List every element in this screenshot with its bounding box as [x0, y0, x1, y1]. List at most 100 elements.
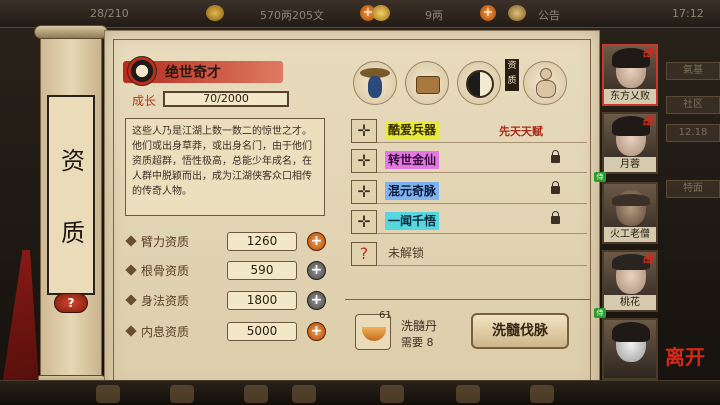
edge-tab[interactable]: 12.18 — [666, 124, 720, 142]
exit-button[interactable]: 离开 — [665, 342, 705, 372]
aptitude-tab-tag[interactable]: 资质 — [505, 59, 519, 91]
divider — [345, 299, 591, 300]
menu-icon[interactable] — [380, 385, 404, 403]
menu-icon[interactable] — [530, 385, 554, 403]
diamond-icon — [125, 235, 137, 247]
hero-card[interactable] — [602, 318, 658, 380]
hero-name: 火工老僧 — [604, 227, 656, 242]
stat-label: 臂力资质 — [141, 235, 190, 249]
stat-value: 1800 — [227, 291, 297, 310]
announce-button[interactable]: 公告 — [538, 7, 560, 23]
stat-value: 1260 — [227, 232, 297, 251]
skill-name: 一闻千悟 — [385, 212, 440, 230]
wash-marrow-button[interactable]: 洗髓伐脉 — [471, 313, 569, 349]
menu-icon[interactable] — [244, 385, 268, 403]
innate-talent-note: 先天天赋 — [499, 125, 543, 138]
top-status-bar: 28/210 570两205文 + 9两 + 公告 17:12 — [0, 0, 720, 28]
skill-name: 酷爱兵器 — [385, 121, 440, 139]
muscle-figure-icon[interactable] — [523, 61, 567, 105]
skill-row[interactable]: ✛ 混元奇脉 — [351, 180, 587, 204]
hero-name: 东方乂败 — [604, 89, 656, 104]
growth-bar: 70/2000 — [163, 91, 289, 107]
yin-yang-icon[interactable] — [457, 61, 501, 105]
stat-label: 根骨资质 — [141, 264, 190, 278]
edge-tab[interactable]: 氣基 — [666, 62, 720, 80]
hero-hair — [612, 322, 650, 342]
stat-row-strength: 臂力资质 1260 + — [125, 232, 327, 252]
stat-row-agility: 身法资质 1800 + — [125, 291, 327, 311]
add-agility-button[interactable]: + — [307, 291, 326, 310]
skill-row[interactable]: ? 未解锁 — [351, 242, 587, 266]
hero-name: 桃花 — [604, 295, 656, 310]
pill-count: 61 — [379, 310, 392, 321]
menu-icon[interactable] — [96, 385, 120, 403]
hero-card[interactable]: 战 桃花 — [602, 250, 658, 312]
hero-card[interactable]: 火工老僧 — [602, 182, 658, 244]
stat-value: 5000 — [227, 322, 297, 341]
add-inner-breath-button[interactable]: + — [307, 322, 326, 341]
add-ingot-button[interactable]: + — [480, 5, 496, 21]
menu-icon[interactable] — [292, 385, 316, 403]
add-constitution-button[interactable]: + — [307, 261, 326, 280]
battle-flag-icon: 战 — [643, 114, 654, 127]
plus-slot-icon: ✛ — [351, 149, 377, 173]
hero-card[interactable]: 战 月蓉 — [602, 112, 658, 174]
need-value: 8 — [426, 336, 434, 349]
plus-slot-icon: ✛ — [351, 119, 377, 143]
aptitude-panel: 绝世奇才 成长 70/2000 这些人乃是江湖上数一数二的惊世之才。他们或出身草… — [104, 30, 600, 395]
skill-name: 混元奇脉 — [385, 182, 440, 200]
bottom-menu-bar — [0, 380, 720, 405]
talent-name: 绝世奇才 — [165, 65, 221, 81]
scroll-rod-top — [34, 25, 108, 39]
edge-tab[interactable]: 社区 — [666, 96, 720, 114]
skill-row[interactable]: ✛ 一闻千悟 — [351, 210, 587, 234]
diamond-icon — [125, 325, 137, 337]
plus-slot-icon: ✛ — [351, 180, 377, 204]
pill-name: 洗髓丹 — [401, 319, 438, 333]
money-icon — [206, 5, 224, 21]
clock-text: 17:12 — [672, 7, 704, 20]
diamond-icon — [125, 264, 137, 276]
skill-name: 转世金仙 — [385, 151, 440, 169]
skill-row[interactable]: ✛ 酷爱兵器 先天天赋 — [351, 119, 587, 143]
title-char-1: 资 — [61, 147, 85, 175]
battle-flag-icon: 战 — [643, 252, 654, 265]
talent-badge-icon — [127, 56, 157, 86]
seat-badge: 侍 — [594, 308, 606, 318]
menu-icon[interactable] — [170, 385, 194, 403]
title-plate: 资 质 — [47, 95, 95, 295]
menu-icon[interactable] — [456, 385, 480, 403]
stat-row-constitution: 根骨资质 590 + — [125, 261, 327, 281]
skill-name: 未解锁 — [388, 246, 425, 260]
title-scroll: 资 质 ? — [34, 25, 108, 390]
hero-card[interactable]: 战 东方乂败 — [602, 44, 658, 106]
battle-flag-icon: 战 — [643, 46, 654, 59]
stat-label: 身法资质 — [141, 294, 190, 308]
diamond-icon — [125, 294, 137, 306]
stat-value: 590 — [227, 261, 297, 280]
growth-label: 成长 — [132, 94, 157, 108]
stat-row-inner-breath: 内息资质 5000 + — [125, 322, 327, 342]
skill-row[interactable]: ✛ 转世金仙 — [351, 149, 587, 173]
title-char-2: 质 — [61, 219, 85, 247]
hero-name: 月蓉 — [604, 157, 656, 172]
plus-slot-icon: ✛ — [351, 210, 377, 234]
ingot-icon — [372, 5, 390, 21]
hero-list: 战 东方乂败 战 月蓉 侍 火工老僧 战 桃花 侍 — [594, 40, 662, 405]
lock-icon — [551, 211, 560, 224]
lock-icon — [551, 150, 560, 163]
lock-icon — [551, 181, 560, 194]
hero-hat — [612, 194, 650, 206]
pill-requirement: 需要 8 — [401, 334, 434, 350]
seat-badge: 侍 — [594, 172, 606, 182]
add-strength-button[interactable]: + — [307, 232, 326, 251]
edge-tab[interactable]: 特面 — [666, 180, 720, 198]
straw-hat-figure-icon[interactable] — [353, 61, 397, 105]
capacity-text: 28/210 — [90, 7, 129, 20]
help-button[interactable]: ? — [54, 293, 88, 313]
question-slot-icon: ? — [351, 242, 377, 266]
announce-icon — [508, 5, 526, 21]
pill-dish-icon — [362, 327, 386, 341]
talent-description: 这些人乃是江湖上数一数二的惊世之才。他们或出身草莽，或出身名门，由于他们资质超群… — [125, 118, 325, 216]
basket-icon[interactable] — [405, 61, 449, 105]
